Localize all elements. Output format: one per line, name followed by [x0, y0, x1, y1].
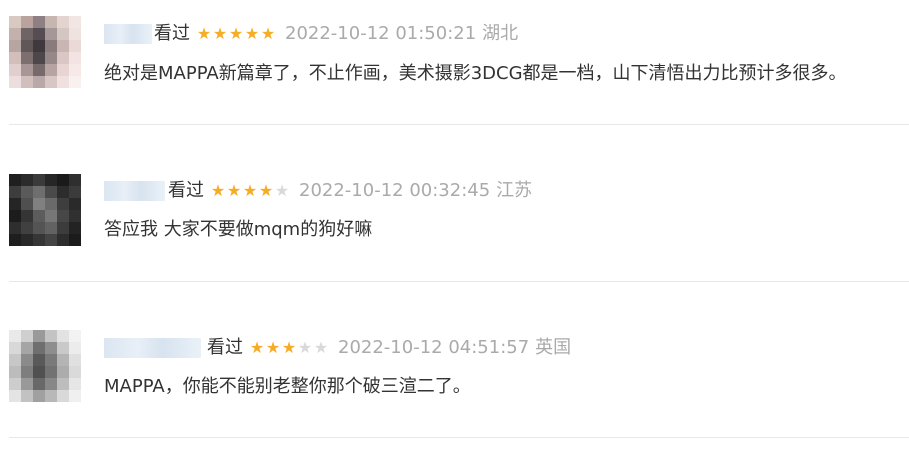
comment-region: 英国: [535, 337, 572, 358]
watch-status: 看过: [154, 23, 190, 44]
star-icon: ★: [212, 24, 228, 43]
star-icon: ★: [281, 338, 297, 357]
username-link[interactable]: [104, 24, 152, 44]
avatar[interactable]: [9, 330, 81, 402]
star-icon: ★: [244, 24, 260, 43]
star-icon: ★: [249, 338, 265, 357]
comment-region: 湖北: [482, 23, 519, 44]
star-icon: ★: [228, 24, 244, 43]
divider: [9, 281, 909, 282]
username-link[interactable]: [104, 181, 165, 201]
divider: [9, 124, 909, 125]
comment-item: 看过 ★ ★ ★ ★ ★ 2022-10-12 01:50:21 湖北 绝对是MAPPA…: [0, 0, 909, 140]
watch-status: 看过: [168, 180, 204, 201]
comment-time: 2022-10-12 00:32:45: [299, 180, 491, 201]
comment-item: 看过 ★ ★ ★ ★ ★ 2022-10-12 04:51:57 英国 MAPPA，你能…: [0, 314, 909, 454]
rating-stars: ★ ★ ★ ★ ★: [196, 23, 276, 45]
comment-text: 答应我 大家不要做mqm的狗好嘛: [104, 219, 373, 240]
comment-region: 江苏: [496, 180, 533, 201]
comment-item: 看过 ★ ★ ★ ★ ★ 2022-10-12 00:32:45 江苏 答应我 大家不要…: [0, 157, 909, 297]
avatar[interactable]: [9, 174, 81, 246]
star-icon: ★: [274, 181, 290, 200]
divider: [9, 437, 909, 438]
comment-meta: 看过 ★ ★ ★ ★ ★ 2022-10-12 01:50:21 湖北: [154, 23, 518, 45]
star-icon: ★: [210, 181, 226, 200]
comment-text: 绝对是MAPPA新篇章了，不止作画，美术摄影3DCG都是一档，山下清悟出力比预计…: [104, 63, 847, 84]
avatar[interactable]: [9, 16, 81, 88]
comment-time: 2022-10-12 01:50:21: [285, 23, 477, 44]
star-icon: ★: [297, 338, 313, 357]
star-icon: ★: [196, 24, 212, 43]
comment-meta: 看过 ★ ★ ★ ★ ★ 2022-10-12 00:32:45 江苏: [168, 180, 532, 202]
rating-stars: ★ ★ ★ ★ ★: [210, 180, 290, 202]
star-icon: ★: [226, 181, 242, 200]
star-icon: ★: [260, 24, 276, 43]
username-link[interactable]: [104, 338, 201, 358]
comment-text: MAPPA，你能不能别老整你那个破三渲二了。: [104, 376, 471, 397]
star-icon: ★: [242, 181, 258, 200]
rating-stars: ★ ★ ★ ★ ★: [249, 337, 329, 359]
star-icon: ★: [258, 181, 274, 200]
watch-status: 看过: [207, 337, 243, 358]
star-icon: ★: [265, 338, 281, 357]
star-icon: ★: [313, 338, 329, 357]
comment-meta: 看过 ★ ★ ★ ★ ★ 2022-10-12 04:51:57 英国: [207, 337, 571, 359]
comment-time: 2022-10-12 04:51:57: [338, 337, 530, 358]
